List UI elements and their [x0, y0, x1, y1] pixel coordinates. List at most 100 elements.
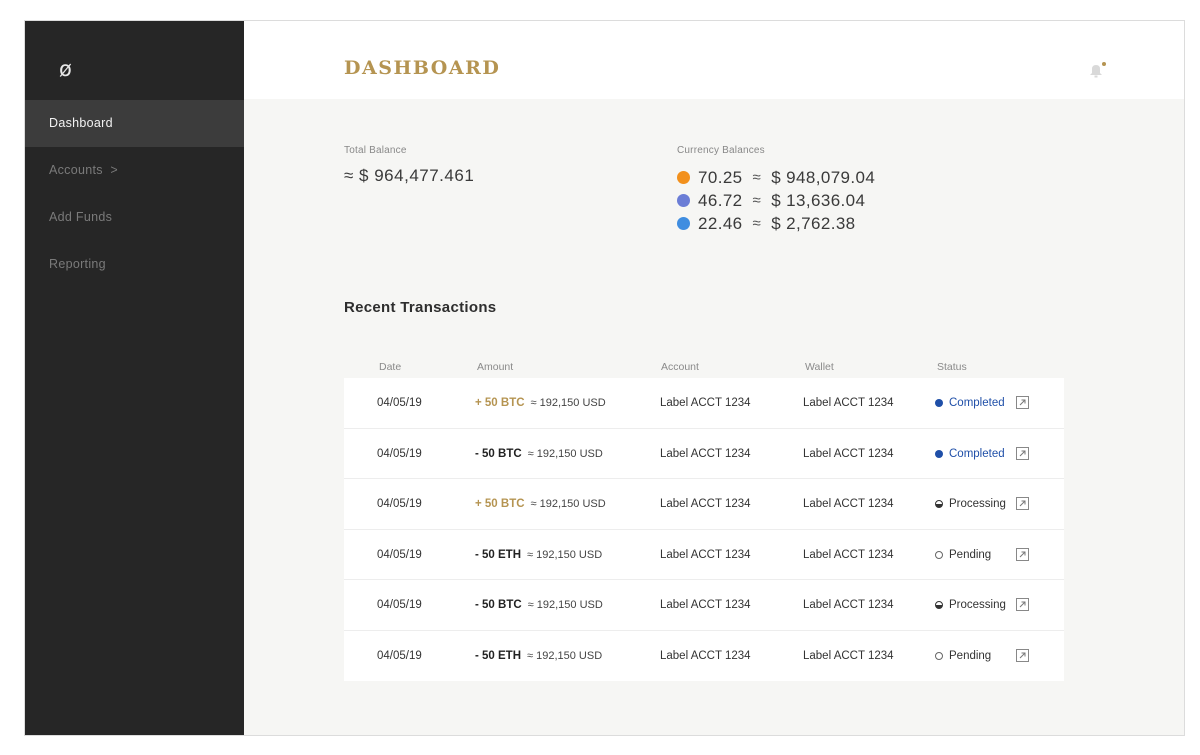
currency-amount: 22.46: [698, 213, 743, 233]
cell-amount: - 50 BTC ≈ 192,150 USD: [475, 580, 603, 630]
sidebar: ø Dashboard Accounts > Add Funds Reporti…: [25, 21, 244, 735]
currency-amount: 70.25: [698, 167, 743, 187]
cell-account: Label ACCT 1234: [660, 599, 751, 611]
cell-date: 04/05/19: [377, 397, 422, 409]
bell-icon[interactable]: [1087, 61, 1107, 79]
external-link-icon[interactable]: [1016, 497, 1029, 510]
table-row[interactable]: 04/05/19 - 50 ETH ≈ 192,150 USD Label ACCT …: [344, 530, 1064, 580]
cell-status: Completed: [935, 378, 1005, 428]
cell-date: 04/05/19: [377, 447, 422, 460]
sidebar-item-accounts[interactable]: Accounts >: [25, 147, 244, 194]
recent-transactions-title: Recent Transactions: [344, 299, 497, 316]
arrow-up-right-icon: [1019, 500, 1026, 507]
currency-usd-value: $ 13,636.04: [771, 190, 866, 210]
sidebar-item-reporting[interactable]: Reporting: [25, 241, 244, 288]
amount-crypto: - 50 BTC: [475, 599, 522, 611]
currency-balances-label: Currency Balances: [677, 145, 765, 156]
column-header-account: Account: [661, 361, 699, 373]
amount-crypto: - 50 ETH: [475, 548, 522, 561]
amount-usd: ≈ 192,150 USD: [527, 548, 603, 561]
cell-account: Label ACCT 1234: [660, 649, 751, 662]
column-header-date: Date: [379, 361, 402, 373]
table-row[interactable]: 04/05/19 - 50 ETH ≈ 192,150 USD Label ACCT …: [344, 631, 1064, 682]
cell-status: Processing: [935, 580, 1006, 630]
status-label: Pending: [949, 649, 992, 662]
status-label: Completed: [949, 397, 1005, 409]
cell-amount: - 50 BTC ≈ 192,150 USD: [475, 429, 603, 479]
column-header-wallet: Wallet: [805, 361, 834, 373]
cell-status: Completed: [935, 429, 1005, 479]
currency-amount: 46.72: [698, 190, 743, 210]
cell-status: Processing: [935, 479, 1006, 529]
approx-symbol: ≈: [752, 169, 762, 186]
arrow-up-right-icon: [1019, 551, 1026, 557]
cell-wallet: Label ACCT 1234: [803, 447, 894, 460]
cell-wallet: Label ACCT 1234: [803, 548, 894, 561]
cell-date: 04/05/19: [377, 548, 422, 561]
amount-usd: ≈ 192,150 USD: [527, 649, 603, 662]
sidebar-item-dashboard[interactable]: Dashboard: [25, 100, 244, 147]
table-row[interactable]: 04/05/19 + 50 BTC ≈ 192,150 USD Label ACCT …: [344, 378, 1064, 429]
external-link-icon[interactable]: [1016, 547, 1029, 561]
status-label: Pending: [949, 548, 992, 561]
cell-status: Pending: [935, 631, 991, 681]
litecoin-icon: [677, 217, 690, 230]
table-row[interactable]: 04/05/19 + 50 BTC ≈ 192,150 USD Label ACCT …: [344, 479, 1064, 530]
table-row[interactable]: 04/05/19 - 50 BTC ≈ 192,150 USD Label ACCT …: [344, 429, 1064, 479]
cell-account: Label ACCT 1234: [660, 397, 751, 409]
amount-usd: ≈ 192,150 USD: [527, 447, 603, 460]
amount-usd: ≈ 192,150 USD: [527, 599, 603, 611]
arrow-up-right-icon: [1019, 652, 1026, 658]
status-completed-icon: [935, 399, 943, 407]
amount-crypto: - 50 BTC: [475, 447, 522, 460]
cell-wallet: Label ACCT 1234: [803, 649, 894, 662]
external-link-icon[interactable]: [1016, 396, 1029, 409]
cell-date: 04/05/19: [377, 599, 422, 611]
currency-row: 22.46 ≈ $ 2,762.38: [677, 212, 875, 235]
app-window: ø Dashboard Accounts > Add Funds Reporti…: [24, 20, 1185, 736]
arrow-up-right-icon: [1019, 450, 1026, 456]
bitcoin-icon: [677, 171, 690, 184]
amount-usd: ≈ 192,150 USD: [530, 397, 606, 409]
total-balance-label: Total Balance: [344, 145, 407, 156]
cell-date: 04/05/19: [377, 498, 422, 510]
table-row[interactable]: 04/05/19 - 50 BTC ≈ 192,150 USD Label ACCT …: [344, 580, 1064, 631]
status-completed-icon: [935, 449, 943, 458]
currency-row: 46.72 ≈ $ 13,636.04: [677, 189, 875, 212]
cell-account: Label ACCT 1234: [660, 498, 751, 510]
amount-crypto: + 50 BTC: [475, 397, 525, 409]
main-content: DASHBOARD Total Balance ≈ $ 964,477.461 …: [244, 21, 1184, 735]
status-label: Processing: [949, 599, 1006, 611]
cell-wallet: Label ACCT 1234: [803, 498, 894, 510]
currency-usd-value: $ 948,079.04: [771, 167, 876, 187]
external-link-icon[interactable]: [1016, 446, 1029, 460]
status-pending-icon: [935, 550, 943, 559]
currency-usd-value: $ 2,762.38: [771, 213, 856, 233]
top-bar: DASHBOARD: [244, 21, 1184, 99]
currency-row: 70.25 ≈ $ 948,079.04: [677, 166, 875, 189]
cell-amount: + 50 BTC ≈ 192,150 USD: [475, 378, 606, 428]
page-title: DASHBOARD: [344, 57, 501, 79]
amount-crypto: + 50 BTC: [475, 498, 525, 510]
approx-symbol: ≈: [752, 192, 762, 209]
logo: ø: [59, 57, 72, 81]
cell-amount: + 50 BTC ≈ 192,150 USD: [475, 479, 606, 529]
currency-list: 70.25 ≈ $ 948,079.04 46.72 ≈ $ 13,636.04 22.46…: [677, 166, 875, 235]
external-link-icon[interactable]: [1016, 648, 1029, 662]
status-label: Processing: [949, 498, 1006, 510]
arrow-up-right-icon: [1019, 399, 1026, 406]
cell-wallet: Label ACCT 1234: [803, 599, 894, 611]
external-link-icon[interactable]: [1016, 598, 1029, 611]
ethereum-icon: [677, 194, 690, 207]
column-header-amount: Amount: [477, 361, 514, 373]
amount-crypto: - 50 ETH: [475, 649, 522, 662]
cell-account: Label ACCT 1234: [660, 548, 751, 561]
cell-status: Pending: [935, 530, 991, 580]
cell-account: Label ACCT 1234: [660, 447, 751, 460]
cell-amount: - 50 ETH ≈ 192,150 USD: [475, 530, 602, 580]
sidebar-item-add-funds[interactable]: Add Funds: [25, 194, 244, 241]
cell-wallet: Label ACCT 1234: [803, 397, 894, 409]
transactions-table: 04/05/19 + 50 BTC ≈ 192,150 USD Label ACCT …: [344, 378, 1064, 681]
status-label: Completed: [949, 447, 1005, 460]
sidebar-nav: Dashboard Accounts > Add Funds Reporting: [25, 100, 244, 288]
